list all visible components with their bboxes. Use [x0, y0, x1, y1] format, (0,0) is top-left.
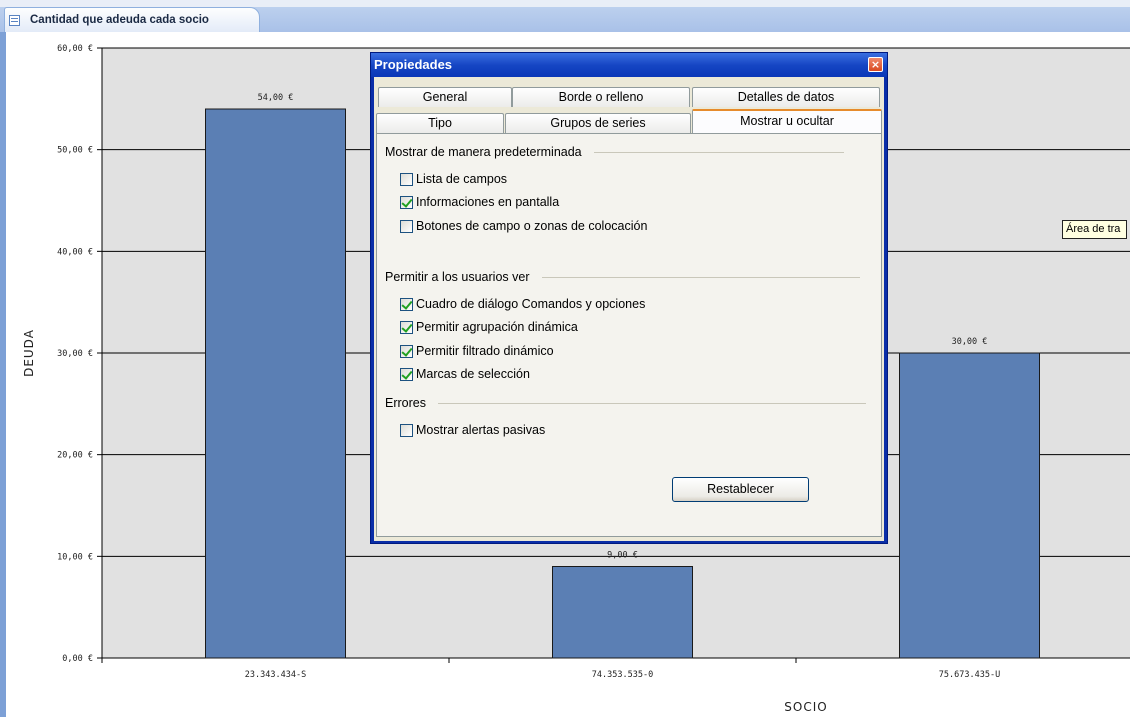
section-allow-users: Permitir a los usuarios ver	[385, 270, 860, 284]
section-header-label: Errores	[385, 396, 426, 410]
y-tick-label: 60,00 €	[57, 44, 93, 54]
checkbox-box[interactable]	[400, 297, 413, 311]
close-icon[interactable]: ×	[868, 57, 883, 72]
checkbox-lista-de-campos[interactable]: Lista de campos	[400, 171, 507, 187]
tab-general[interactable]: General	[378, 87, 512, 107]
checkbox-box[interactable]	[400, 172, 413, 186]
checkbox-box[interactable]	[400, 195, 413, 209]
section-header-label: Mostrar de manera predeterminada	[385, 145, 582, 159]
checkbox-label: Lista de campos	[416, 172, 508, 186]
tab-mostrar-u-ocultar[interactable]: Mostrar u ocultar	[692, 109, 882, 133]
checkbox-label: Marcas de selección	[416, 367, 530, 381]
restablecer-button[interactable]: Restablecer	[672, 477, 809, 502]
checkbox-box[interactable]	[400, 219, 413, 233]
tab-grupos-de-series[interactable]: Grupos de series	[505, 113, 691, 133]
section-errors: Errores	[385, 396, 866, 410]
x-tick-label: 23.343.434-S	[245, 670, 306, 680]
checkbox-botones-de-campo[interactable]: Botones de campo o zonas de colocación	[400, 218, 647, 234]
section-divider	[437, 402, 866, 404]
y-axis-title: DEUDA	[22, 329, 36, 377]
checkbox-box[interactable]	[400, 320, 413, 334]
tab-tipo[interactable]: Tipo	[376, 113, 504, 133]
checkbox-label: Cuadro de diálogo Comandos y opciones	[416, 297, 646, 311]
y-tick-label: 0,00 €	[62, 654, 93, 664]
data-label: 9,00 €	[607, 551, 638, 561]
y-tick-label: 40,00 €	[57, 247, 93, 257]
y-tick-label: 50,00 €	[57, 146, 93, 156]
dialog-body: General Borde o relleno Detalles de dato…	[374, 77, 884, 541]
checkbox-cuadro-de-dialogo[interactable]: Cuadro de diálogo Comandos y opciones	[400, 296, 645, 312]
section-default-display: Mostrar de manera predeterminada	[385, 145, 844, 159]
x-tick-label: 75.673.435-U	[939, 670, 1000, 680]
dialog-title: Propiedades	[374, 57, 453, 72]
bar-74.353.535-0	[552, 566, 693, 659]
y-tick-label: 30,00 €	[57, 349, 93, 359]
tab-cantidad-que-adeuda[interactable]: Cantidad que adeuda cada socio	[4, 7, 260, 32]
checkbox-box[interactable]	[400, 344, 413, 358]
tab-borde-o-relleno[interactable]: Borde o relleno	[512, 87, 690, 107]
chart-form-icon	[9, 14, 20, 26]
checkbox-label: Permitir filtrado dinámico	[416, 344, 554, 358]
section-divider	[593, 151, 844, 153]
checkbox-box[interactable]	[400, 367, 413, 381]
checkbox-mostrar-alertas-pasivas[interactable]: Mostrar alertas pasivas	[400, 422, 545, 438]
tab-detalles-de-datos[interactable]: Detalles de datos	[692, 87, 880, 107]
dialog-titlebar[interactable]: Propiedades ×	[371, 53, 887, 77]
checkbox-label: Informaciones en pantalla	[416, 195, 560, 209]
y-tick-label: 20,00 €	[57, 451, 93, 461]
checkbox-informaciones-en-pantalla[interactable]: Informaciones en pantalla	[400, 194, 559, 210]
checkbox-agrupacion-dinamica[interactable]: Permitir agrupación dinámica	[400, 319, 578, 335]
x-tick-label: 74.353.535-0	[592, 670, 653, 680]
tab-page-mostrar-u-ocultar: Mostrar de manera predeterminada Lista d…	[376, 133, 882, 537]
checkbox-label: Permitir agrupación dinámica	[416, 320, 578, 334]
bar-23.343.434-S	[205, 108, 346, 659]
bar-75.673.435-U	[899, 352, 1040, 659]
checkbox-filtrado-dinamico[interactable]: Permitir filtrado dinámico	[400, 343, 554, 359]
screen-tip: Área de tra	[1062, 220, 1128, 239]
checkbox-box[interactable]	[400, 423, 413, 437]
section-divider	[541, 276, 860, 278]
properties-dialog[interactable]: Propiedades × General Borde o relleno De…	[370, 52, 888, 544]
document-tab-title: Cantidad que adeuda cada socio	[30, 14, 209, 26]
checkbox-marcas-de-seleccion[interactable]: Marcas de selección	[400, 366, 530, 382]
document-tab-strip: Cantidad que adeuda cada socio	[0, 0, 1130, 33]
checkbox-label: Mostrar alertas pasivas	[416, 423, 546, 437]
y-tick-label: 10,00 €	[57, 552, 93, 562]
data-label: 54,00 €	[258, 93, 294, 103]
x-axis-title: SOCIO	[784, 700, 827, 714]
data-label: 30,00 €	[952, 337, 988, 347]
checkbox-label: Botones de campo o zonas de colocación	[416, 219, 648, 233]
section-header-label: Permitir a los usuarios ver	[385, 270, 530, 284]
